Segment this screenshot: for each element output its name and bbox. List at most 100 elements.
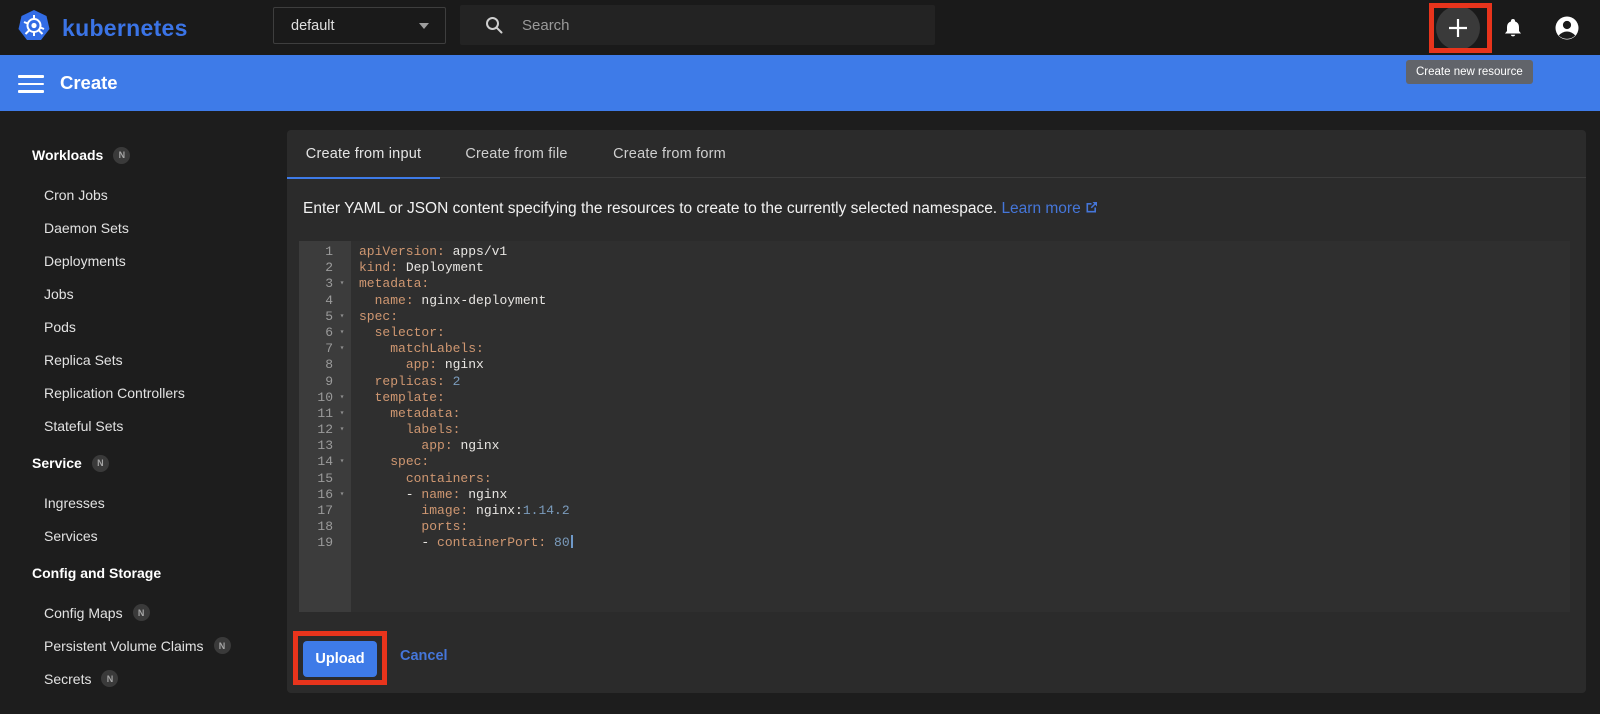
code-line: 5 ▾ spec:	[299, 309, 1570, 325]
search-input[interactable]: Search	[460, 5, 935, 45]
yaml-editor[interactable]: 1 apiVersion: apps/v1 2 kind: Deployment 3 ▾ m…	[299, 241, 1570, 612]
account-button[interactable]	[1545, 6, 1589, 50]
code-text: name: nginx-deployment	[374, 292, 547, 308]
line-number: 18	[317, 519, 333, 535]
line-number: 12	[317, 422, 333, 438]
tabs: Create from input Create from file Create …	[287, 130, 1586, 178]
line-number: 16	[317, 486, 333, 502]
code-line: 16 ▾ - name: nginx	[299, 487, 1570, 503]
cancel-button[interactable]: Cancel	[400, 648, 448, 664]
code-line: 13 app: nginx	[299, 438, 1570, 454]
account-circle-icon	[1554, 15, 1580, 41]
code-text: image: nginx:1.14.2	[421, 503, 570, 518]
line-number: 13	[317, 438, 333, 454]
sidebar-section-workloads[interactable]: Workloads N	[0, 140, 287, 170]
code-text: - name: nginx	[359, 486, 508, 502]
tab-create-from-input[interactable]: Create from input	[287, 130, 440, 178]
sidebar-section-service[interactable]: Service N	[0, 448, 287, 478]
notifications-button[interactable]	[1491, 6, 1535, 50]
create-card: Create from input Create from file Create …	[287, 130, 1586, 693]
sidebar-item-replication-controllers[interactable]: Replication Controllers	[0, 376, 287, 409]
sidebar-item-config-maps[interactable]: Config Maps N	[0, 596, 287, 629]
brand-home-link[interactable]: kubernetes	[16, 7, 188, 49]
fold-caret-icon[interactable]: ▾	[333, 454, 351, 470]
code-line: 8 app: nginx	[299, 357, 1570, 373]
sidebar-item-ingresses[interactable]: Ingresses	[0, 486, 287, 519]
line-number: 8	[325, 357, 333, 373]
sidebar-item-daemon-sets[interactable]: Daemon Sets	[0, 211, 287, 244]
namespaced-badge: N	[132, 604, 150, 621]
line-number: 4	[325, 292, 333, 308]
code-line: 17 image: nginx:1.14.2	[299, 503, 1570, 519]
sidebar-item-label: Ingresses	[44, 494, 105, 511]
code-line: 6 ▾ selector:	[299, 325, 1570, 341]
code-text: ports:	[421, 519, 469, 535]
sidebar-item-services[interactable]: Services	[0, 519, 287, 552]
code-text: app: nginx	[421, 438, 500, 454]
fold-caret-icon[interactable]: ▾	[333, 309, 351, 325]
sidebar-item-deployments[interactable]: Deployments	[0, 244, 287, 277]
text-cursor	[570, 535, 573, 549]
chevron-down-icon	[419, 22, 429, 29]
sidebar-item-secrets[interactable]: Secrets N	[0, 662, 287, 695]
code-line: 11 ▾ metadata:	[299, 406, 1570, 422]
line-number: 7	[325, 341, 333, 357]
code-line: 14 ▾ spec:	[299, 454, 1570, 470]
code-line: 4 name: nginx-deployment	[299, 293, 1570, 309]
learn-more-link[interactable]: Learn more	[1001, 200, 1097, 217]
code-line: 15 containers:	[299, 471, 1570, 487]
sidebar-item-jobs[interactable]: Jobs	[0, 277, 287, 310]
sidebar-item-pods[interactable]: Pods	[0, 310, 287, 343]
sidebar-item-label: Cron Jobs	[44, 186, 108, 203]
external-link-icon	[1085, 199, 1098, 221]
sidebar-item-label: Jobs	[44, 285, 74, 302]
namespaced-badge: N	[213, 637, 231, 654]
fold-caret-icon[interactable]: ▾	[333, 422, 351, 438]
sidebar-item-replica-sets[interactable]: Replica Sets	[0, 343, 287, 376]
fold-caret-icon[interactable]: ▾	[333, 325, 351, 341]
namespace-selector[interactable]: default	[273, 7, 446, 44]
sidebar-item-cron-jobs[interactable]: Cron Jobs	[0, 178, 287, 211]
code-text: - containerPort: 80	[351, 535, 573, 551]
active-tab-underline	[287, 177, 440, 179]
code-line: 3 ▾ metadata:	[299, 276, 1570, 292]
tab-create-from-form[interactable]: Create from form	[593, 130, 746, 178]
code-text: matchLabels:	[390, 341, 484, 357]
sidebar-item-label: Replication Controllers	[44, 384, 185, 401]
namespaced-badge: N	[101, 670, 119, 687]
search-placeholder: Search	[522, 16, 570, 34]
fold-caret-icon[interactable]: ▾	[333, 487, 351, 503]
sidebar-item-label: Deployments	[44, 252, 126, 269]
menu-icon[interactable]	[18, 72, 44, 94]
instruction-body: Enter YAML or JSON content specifying th…	[303, 200, 998, 217]
fold-caret-icon[interactable]: ▾	[333, 390, 351, 406]
namespace-selected-value: default	[291, 17, 335, 34]
sidebar-item-stateful-sets[interactable]: Stateful Sets	[0, 409, 287, 442]
sidebar-section-label: Service	[32, 455, 82, 471]
code-line: 1 apiVersion: apps/v1	[299, 244, 1570, 260]
sidebar-section-config-and-storage[interactable]: Config and Storage	[0, 558, 287, 588]
sidebar-section-label: Config and Storage	[32, 565, 162, 581]
code-text: replicas: 2	[374, 373, 461, 389]
sidebar-item-label: Pods	[44, 318, 76, 335]
code-line: 19 - containerPort: 80	[299, 535, 1570, 551]
sidebar-section-label: Workloads	[32, 147, 104, 163]
editor-code-lines: 1 apiVersion: apps/v1 2 kind: Deployment 3 ▾ m…	[299, 244, 1570, 552]
sidebar-section-items: Cron Jobs Daemon Sets Deployments Jobs Pods R…	[0, 178, 287, 442]
sidebar-item-label: Services	[44, 527, 98, 544]
fold-caret-icon[interactable]: ▾	[333, 406, 351, 422]
tab-create-from-file[interactable]: Create from file	[440, 130, 593, 178]
fold-caret-icon[interactable]: ▾	[333, 341, 351, 357]
code-text: apiVersion: apps/v1	[359, 244, 508, 259]
code-line: 7 ▾ matchLabels:	[299, 341, 1570, 357]
sidebar-item-label: Config Maps	[44, 604, 123, 621]
line-number: 2	[325, 260, 333, 276]
fold-caret-icon[interactable]: ▾	[333, 276, 351, 292]
upload-button[interactable]: Upload	[303, 641, 377, 677]
code-text: app: nginx	[405, 357, 484, 373]
sidebar-item-persistent-volume-claims[interactable]: Persistent Volume Claims N	[0, 629, 287, 662]
code-text: labels:	[405, 422, 461, 438]
